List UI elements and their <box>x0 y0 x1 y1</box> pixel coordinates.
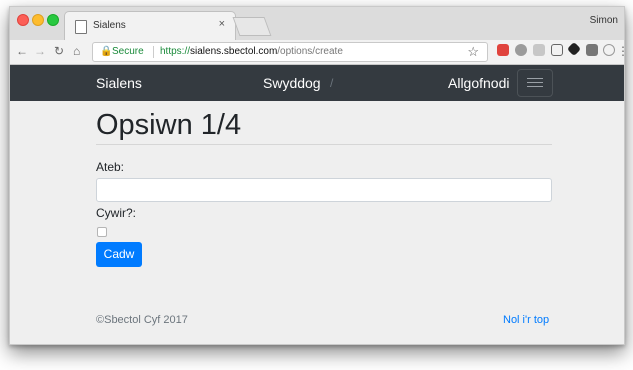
profile-name[interactable]: Simon <box>590 15 618 26</box>
url-host: sialens.sbectol.com <box>190 46 278 57</box>
new-tab-button[interactable] <box>232 17 272 36</box>
tab-title: Sialens <box>93 20 126 31</box>
secure-label: Secure <box>112 46 144 57</box>
hamburger-icon <box>527 86 543 87</box>
copyright-text: ©Sbectol Cyf 2017 <box>96 314 188 326</box>
extension-icon[interactable] <box>586 44 598 56</box>
browser-toolbar: ← → ↻ ⌂ 🔒 Secure https://sialens.sbectol… <box>10 40 624 65</box>
correct-checkbox[interactable] <box>97 227 107 237</box>
browser-window: Sialens × Simon ← → ↻ ⌂ 🔒 Secure https:/… <box>9 6 625 345</box>
hamburger-icon <box>527 82 543 83</box>
nav-separator: / <box>330 76 334 90</box>
page-title: Opsiwn 1/4 <box>96 109 242 141</box>
extension-icon[interactable] <box>533 44 545 56</box>
tab-close-icon[interactable]: × <box>219 18 225 30</box>
extension-icon[interactable] <box>603 44 615 56</box>
correct-label: Cywir?: <box>96 206 137 220</box>
extension-icon[interactable] <box>515 44 527 56</box>
lock-icon: 🔒 <box>100 46 113 57</box>
extension-icon[interactable] <box>566 41 582 57</box>
address-bar[interactable]: 🔒 Secure https://sialens.sbectol.com/opt… <box>92 42 488 62</box>
url-path: /options/create <box>277 46 343 57</box>
adblock-icon[interactable] <box>497 44 509 56</box>
back-icon[interactable]: ← <box>16 44 28 58</box>
page-content: Sialens Swyddog / Allgofnodi Opsiwn 1/4 … <box>10 65 624 344</box>
forward-icon[interactable]: → <box>34 44 46 58</box>
navbar-toggler-button[interactable] <box>517 69 553 97</box>
close-window-button[interactable] <box>17 14 29 26</box>
star-icon[interactable]: ☆ <box>467 44 479 60</box>
address-separator <box>153 46 154 58</box>
browser-tab[interactable]: Sialens × <box>64 11 236 41</box>
answer-input[interactable] <box>96 178 552 202</box>
hamburger-icon <box>527 78 543 79</box>
cast-icon[interactable] <box>551 44 563 56</box>
reload-icon[interactable]: ↻ <box>54 44 64 58</box>
nav-item-swyddog[interactable]: Swyddog <box>263 75 321 91</box>
tab-bar: Sialens × Simon <box>10 7 624 41</box>
nav-item-logout[interactable]: Allgofnodi <box>448 75 510 91</box>
home-icon[interactable]: ⌂ <box>73 44 80 58</box>
navbar: Sialens Swyddog / Allgofnodi <box>10 65 624 101</box>
back-to-top-link[interactable]: Nol i'r top <box>503 314 549 326</box>
navbar-brand[interactable]: Sialens <box>96 75 142 91</box>
url-text: https://sialens.sbectol.com/options/crea… <box>160 46 343 57</box>
divider <box>96 144 552 145</box>
save-button[interactable]: Cadw <box>96 242 142 267</box>
page-icon <box>75 20 87 34</box>
maximize-window-button[interactable] <box>47 14 59 26</box>
url-scheme: https:// <box>160 46 191 57</box>
minimize-window-button[interactable] <box>32 14 44 26</box>
answer-label: Ateb: <box>96 160 125 174</box>
menu-icon[interactable]: ⋮ <box>617 44 624 58</box>
